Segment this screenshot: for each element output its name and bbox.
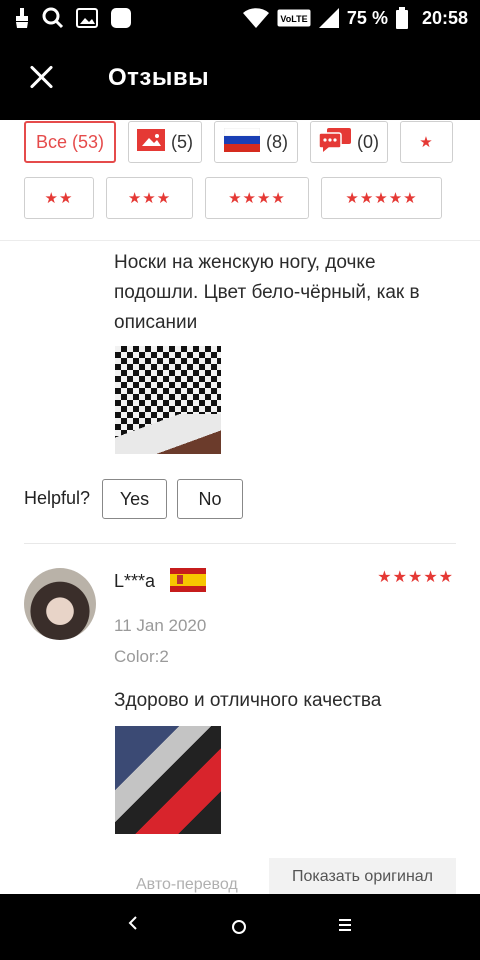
avatar[interactable] bbox=[24, 568, 96, 640]
back-icon[interactable] bbox=[126, 916, 140, 930]
review-photo[interactable] bbox=[115, 726, 221, 834]
divider bbox=[0, 240, 480, 241]
russia-flag-icon bbox=[223, 127, 261, 157]
clock: 20:58 bbox=[421, 7, 468, 28]
filter-all[interactable]: Все (53) bbox=[24, 121, 116, 163]
home-icon[interactable] bbox=[231, 919, 247, 935]
review-text: Здорово и отличного качества bbox=[114, 690, 382, 711]
signal-icon bbox=[318, 8, 339, 28]
battery-percent: 75 % bbox=[346, 7, 388, 28]
star-icon: ★★★★★ bbox=[345, 190, 418, 207]
app-icon bbox=[111, 8, 131, 28]
filter-2-stars[interactable]: ★★ bbox=[24, 177, 94, 219]
volte-icon: VoLTE bbox=[277, 9, 311, 27]
svg-text:VoLTE: VoLTE bbox=[280, 14, 307, 24]
show-original-button[interactable]: Показать оригинал bbox=[269, 858, 456, 896]
rating-stars: ★★★★★ bbox=[377, 569, 454, 586]
helpful-label: Helpful? bbox=[24, 488, 91, 508]
helpful-no-button[interactable]: No bbox=[177, 479, 243, 519]
comments-icon bbox=[318, 127, 351, 157]
review-variant: Color:2 bbox=[114, 647, 169, 666]
auto-translate-link[interactable]: Авто-перевод bbox=[136, 876, 238, 894]
filter-3-stars[interactable]: ★★★ bbox=[106, 177, 193, 219]
image-icon bbox=[137, 128, 165, 156]
gallery-icon bbox=[76, 8, 98, 28]
filter-5-stars[interactable]: ★★★★★ bbox=[321, 177, 442, 219]
review-text: Носки на женскую ногу, дочке подошли. Цв… bbox=[114, 252, 420, 333]
filter-1-star[interactable]: ★ bbox=[400, 121, 453, 163]
star-icon: ★★★★ bbox=[228, 190, 286, 207]
divider bbox=[24, 543, 456, 544]
spain-flag-icon bbox=[170, 568, 206, 592]
review-date: 11 Jan 2020 bbox=[114, 616, 207, 635]
filter-comments[interactable]: (0) bbox=[310, 121, 388, 163]
status-bar: VoLTE 75 % 20:58 bbox=[0, 0, 480, 36]
review-photo[interactable] bbox=[115, 346, 221, 454]
search-icon bbox=[42, 7, 64, 29]
filter-photos[interactable]: (5) bbox=[128, 121, 202, 163]
filter-4-stars[interactable]: ★★★★ bbox=[205, 177, 309, 219]
helpful-yes-button[interactable]: Yes bbox=[102, 479, 167, 519]
page-title: Отзывы bbox=[108, 64, 210, 91]
menu-icon[interactable] bbox=[338, 917, 352, 933]
star-icon: ★ bbox=[419, 134, 434, 151]
star-icon: ★★★ bbox=[127, 190, 172, 207]
reviewer-name: L***a bbox=[114, 571, 156, 591]
close-icon[interactable] bbox=[26, 62, 58, 94]
star-icon: ★★ bbox=[44, 190, 74, 207]
cleaner-icon bbox=[16, 8, 28, 28]
battery-icon bbox=[395, 7, 408, 29]
wifi-icon bbox=[242, 8, 269, 28]
navigation-bar bbox=[0, 894, 480, 960]
app-bar: Отзывы bbox=[0, 36, 480, 120]
filter-russia[interactable]: (8) bbox=[214, 121, 298, 163]
